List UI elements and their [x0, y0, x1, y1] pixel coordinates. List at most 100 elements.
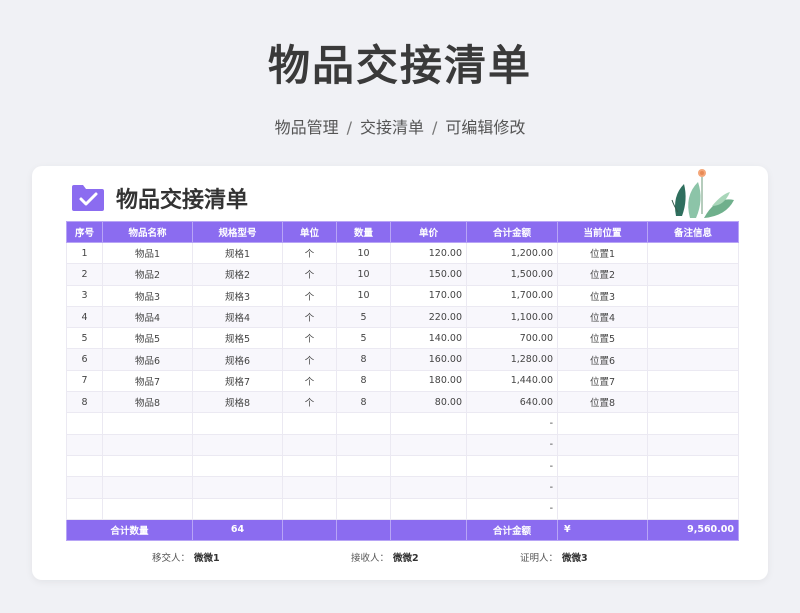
- cell-unit-price[interactable]: 170.00: [390, 284, 467, 307]
- cell-quantity[interactable]: 5: [336, 305, 391, 329]
- cell-notes[interactable]: [647, 476, 739, 499]
- cell-spec[interactable]: 规格1: [192, 241, 283, 265]
- cell-notes[interactable]: [647, 241, 739, 265]
- cell-total-amount[interactable]: 1,500.00: [466, 263, 558, 286]
- cell-unit[interactable]: 个: [282, 391, 337, 414]
- cell-location[interactable]: [557, 412, 648, 435]
- cell-location[interactable]: 位置6: [557, 348, 648, 371]
- cell-spec[interactable]: [192, 497, 283, 520]
- cell-quantity[interactable]: 8: [336, 348, 391, 371]
- cell-name[interactable]: [102, 476, 193, 499]
- cell-index[interactable]: [66, 497, 103, 520]
- cell-quantity[interactable]: [336, 476, 391, 499]
- cell-spec[interactable]: [192, 454, 283, 478]
- cell-index[interactable]: 4: [66, 305, 103, 329]
- cell-quantity[interactable]: [336, 433, 391, 456]
- cell-notes[interactable]: [647, 263, 739, 286]
- cell-unit-price[interactable]: 140.00: [390, 327, 467, 350]
- cell-name[interactable]: [102, 433, 193, 456]
- cell-unit-price[interactable]: 220.00: [390, 305, 467, 329]
- cell-location[interactable]: [557, 454, 648, 478]
- cell-unit-price[interactable]: [390, 497, 467, 520]
- cell-notes[interactable]: [647, 348, 739, 371]
- cell-index[interactable]: 8: [66, 391, 103, 414]
- cell-quantity[interactable]: [336, 497, 391, 520]
- cell-notes[interactable]: [647, 497, 739, 520]
- cell-spec[interactable]: 规格7: [192, 369, 283, 393]
- cell-unit[interactable]: 个: [282, 305, 337, 329]
- cell-unit[interactable]: [282, 454, 337, 478]
- cell-quantity[interactable]: [336, 412, 391, 435]
- cell-name[interactable]: 物品4: [102, 305, 193, 329]
- cell-name[interactable]: [102, 454, 193, 478]
- cell-total-amount[interactable]: -: [466, 454, 558, 478]
- cell-unit[interactable]: 个: [282, 284, 337, 307]
- cell-spec[interactable]: 规格5: [192, 327, 283, 350]
- cell-name[interactable]: [102, 412, 193, 435]
- cell-index[interactable]: [66, 476, 103, 499]
- cell-name[interactable]: 物品1: [102, 241, 193, 265]
- cell-unit-price[interactable]: [390, 412, 467, 435]
- cell-quantity[interactable]: 10: [336, 284, 391, 307]
- cell-notes[interactable]: [647, 433, 739, 456]
- cell-unit[interactable]: [282, 433, 337, 456]
- cell-quantity[interactable]: 10: [336, 241, 391, 265]
- cell-unit[interactable]: 个: [282, 263, 337, 286]
- cell-unit-price[interactable]: 180.00: [390, 369, 467, 393]
- cell-unit-price[interactable]: 160.00: [390, 348, 467, 371]
- cell-name[interactable]: 物品5: [102, 327, 193, 350]
- cell-quantity[interactable]: 10: [336, 263, 391, 286]
- cell-total-amount[interactable]: -: [466, 497, 558, 520]
- cell-unit-price[interactable]: [390, 454, 467, 478]
- cell-total-amount[interactable]: -: [466, 476, 558, 499]
- cell-index[interactable]: 3: [66, 284, 103, 307]
- cell-index[interactable]: 5: [66, 327, 103, 350]
- cell-spec[interactable]: 规格3: [192, 284, 283, 307]
- cell-spec[interactable]: [192, 412, 283, 435]
- cell-total-amount[interactable]: -: [466, 433, 558, 456]
- cell-unit[interactable]: 个: [282, 241, 337, 265]
- cell-notes[interactable]: [647, 369, 739, 393]
- cell-spec[interactable]: [192, 433, 283, 456]
- cell-unit-price[interactable]: 80.00: [390, 391, 467, 414]
- cell-total-amount[interactable]: 1,280.00: [466, 348, 558, 371]
- cell-unit[interactable]: [282, 497, 337, 520]
- cell-index[interactable]: 6: [66, 348, 103, 371]
- cell-spec[interactable]: 规格2: [192, 263, 283, 286]
- cell-name[interactable]: 物品2: [102, 263, 193, 286]
- cell-unit[interactable]: [282, 412, 337, 435]
- cell-quantity[interactable]: 5: [336, 327, 391, 350]
- cell-name[interactable]: 物品6: [102, 348, 193, 371]
- cell-total-amount[interactable]: 1,440.00: [466, 369, 558, 393]
- cell-notes[interactable]: [647, 284, 739, 307]
- cell-quantity[interactable]: 8: [336, 369, 391, 393]
- cell-location[interactable]: 位置8: [557, 391, 648, 414]
- cell-notes[interactable]: [647, 305, 739, 329]
- cell-name[interactable]: 物品3: [102, 284, 193, 307]
- cell-name[interactable]: [102, 497, 193, 520]
- cell-location[interactable]: 位置5: [557, 327, 648, 350]
- cell-notes[interactable]: [647, 454, 739, 478]
- cell-index[interactable]: [66, 454, 103, 478]
- cell-unit-price[interactable]: [390, 476, 467, 499]
- cell-index[interactable]: 2: [66, 263, 103, 286]
- cell-notes[interactable]: [647, 327, 739, 350]
- cell-unit-price[interactable]: 150.00: [390, 263, 467, 286]
- cell-location[interactable]: 位置2: [557, 263, 648, 286]
- cell-total-amount[interactable]: 1,700.00: [466, 284, 558, 307]
- cell-notes[interactable]: [647, 391, 739, 414]
- cell-unit[interactable]: 个: [282, 369, 337, 393]
- cell-index[interactable]: 1: [66, 241, 103, 265]
- cell-spec[interactable]: 规格4: [192, 305, 283, 329]
- cell-total-amount[interactable]: 640.00: [466, 391, 558, 414]
- cell-location[interactable]: [557, 476, 648, 499]
- cell-total-amount[interactable]: 1,200.00: [466, 241, 558, 265]
- cell-index[interactable]: [66, 433, 103, 456]
- cell-spec[interactable]: 规格8: [192, 391, 283, 414]
- cell-spec[interactable]: [192, 476, 283, 499]
- cell-location[interactable]: 位置1: [557, 241, 648, 265]
- cell-quantity[interactable]: [336, 454, 391, 478]
- cell-location[interactable]: 位置7: [557, 369, 648, 393]
- cell-unit[interactable]: [282, 476, 337, 499]
- cell-total-amount[interactable]: 700.00: [466, 327, 558, 350]
